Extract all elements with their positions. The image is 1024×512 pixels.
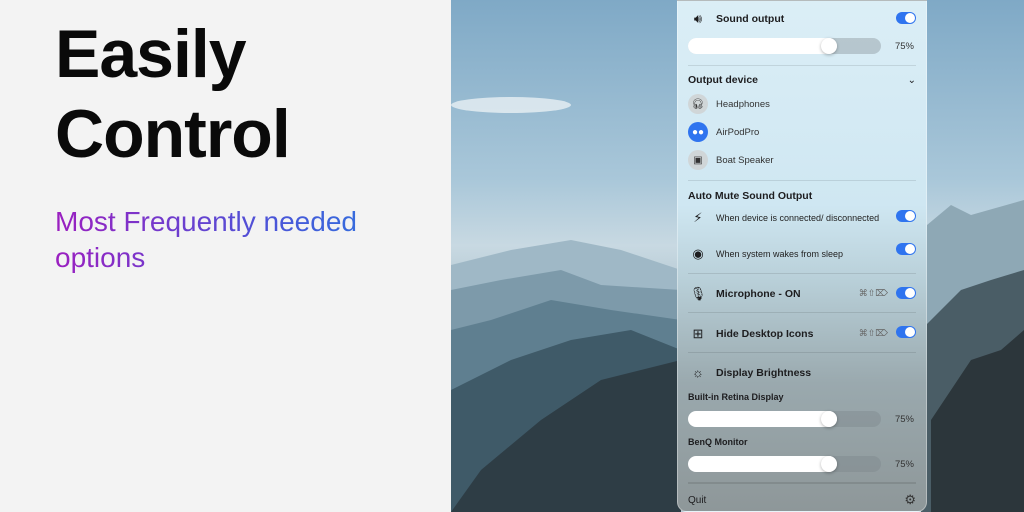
output-device-label: Output device — [688, 74, 759, 86]
auto-mute-header: Auto Mute Sound Output — [688, 190, 916, 202]
auto-mute-wake-toggle[interactable] — [896, 243, 916, 255]
hide-desktop-icons-label: Hide Desktop Icons — [716, 328, 814, 340]
display-name: Built-in Retina Display — [688, 392, 784, 402]
microphone-icon: 🎙︎ — [689, 286, 707, 301]
headline-line-2: Control — [55, 96, 291, 172]
brightness-slider-knob[interactable] — [820, 456, 837, 472]
device-name: AirPodPro — [716, 126, 760, 138]
brightness-row: ☼ Display Brightness — [688, 365, 916, 380]
divider — [688, 273, 916, 274]
auto-mute-wake-label: When system wakes from sleep — [716, 248, 844, 259]
divider — [688, 65, 916, 66]
auto-mute-connect-toggle[interactable] — [896, 210, 916, 222]
chevron-down-icon[interactable]: ⌄ — [908, 75, 916, 86]
sound-output-toggle[interactable] — [896, 12, 916, 24]
headphones-icon: 🎧︎ — [688, 94, 708, 114]
speaker-icon: ▣ — [688, 150, 708, 170]
output-device-header[interactable]: Output device ⌄ — [688, 74, 916, 86]
brightness-slider-benq[interactable] — [688, 456, 881, 472]
eye-icon: ◉ — [692, 246, 704, 261]
divider — [688, 352, 916, 353]
device-name: Headphones — [716, 98, 770, 110]
divider — [688, 482, 916, 484]
device-airpodpro[interactable]: ●● AirPodPro — [688, 122, 759, 142]
volume-slider-fill — [688, 38, 837, 54]
speaker-volume-icon: 🔊︎ — [693, 11, 703, 26]
brightness-percent: 75% — [894, 459, 914, 470]
brightness-slider-fill — [688, 456, 837, 472]
brightness-label: Display Brightness — [716, 366, 812, 379]
sound-output-row: 🔊︎ Sound output — [688, 11, 916, 27]
auto-mute-label: Auto Mute Sound Output — [688, 190, 813, 202]
plug-icon: ⚡︎ — [693, 210, 703, 225]
microphone-shortcut: ⌘⇧⌦ — [858, 288, 888, 298]
gear-icon[interactable]: ⚙︎ — [904, 492, 916, 508]
sun-icon: ☼ — [692, 365, 704, 380]
divider — [688, 312, 916, 313]
headline: Easily Control — [55, 14, 291, 174]
divider — [688, 180, 916, 181]
volume-slider[interactable] — [688, 38, 881, 54]
auto-mute-wake-row: ◉ When system wakes from sleep — [688, 246, 886, 262]
microphone-toggle[interactable] — [896, 287, 916, 299]
brightness-slider-fill — [688, 411, 837, 427]
auto-mute-connect-row: ⚡︎ When device is connected/ disconnecte… — [688, 210, 886, 226]
subtitle: Most Frequently needed options — [55, 204, 415, 276]
volume-slider-knob[interactable] — [820, 38, 837, 54]
microphone-label: Microphone - ON — [716, 288, 801, 300]
auto-mute-connect-label: When device is connected/ disconnected — [716, 212, 880, 223]
hide-desktop-icons-toggle[interactable] — [896, 326, 916, 338]
airpods-icon: ●● — [688, 122, 708, 142]
hide-desktop-icons-shortcut: ⌘⇧⌦ — [858, 328, 888, 338]
display-name: BenQ Monitor — [688, 437, 748, 447]
brightness-slider-builtin[interactable] — [688, 411, 881, 427]
device-boat-speaker[interactable]: ▣ Boat Speaker — [688, 150, 774, 170]
headline-line-1: Easily — [55, 16, 247, 92]
device-headphones[interactable]: 🎧︎ Headphones — [688, 94, 770, 114]
control-panel: 🔊︎ Sound output 75% Output device ⌄ 🎧︎ H… — [677, 0, 927, 512]
desktop-icon: ⊞ — [692, 326, 704, 341]
brightness-slider-knob[interactable] — [820, 411, 837, 427]
quit-button[interactable]: Quit — [688, 495, 706, 506]
brightness-percent: 75% — [894, 414, 914, 425]
device-name: Boat Speaker — [716, 154, 774, 166]
hero-section: Easily Control Most Frequently needed op… — [0, 0, 451, 512]
sound-output-label: Sound output — [716, 13, 785, 25]
volume-percent: 75% — [894, 41, 914, 52]
